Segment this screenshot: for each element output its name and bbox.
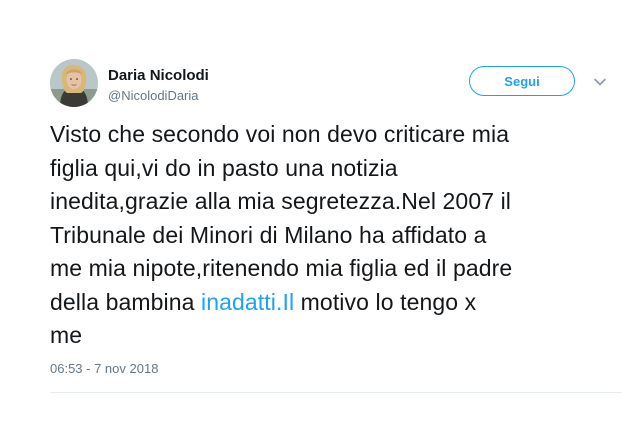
- tweet-text-line: Visto che secondo voi non devo criticare…: [50, 121, 510, 147]
- follow-button[interactable]: Segui: [469, 66, 575, 96]
- author-display-name[interactable]: Daria Nicolodi: [108, 67, 209, 84]
- tweet-text-line: della bambina inadatti.Il motivo lo teng…: [50, 286, 622, 320]
- tweet-text: Visto che secondo voi non devo criticare…: [50, 118, 622, 353]
- tweet-text-segment: motivo lo tengo x: [294, 288, 477, 315]
- author-handle[interactable]: @NicolodiDaria: [108, 88, 199, 103]
- tweet-text-line: inedita,grazie alla mia segretezza.Nel 2…: [50, 188, 512, 214]
- tweet-inline-link[interactable]: inadatti.Il: [201, 289, 294, 315]
- tweet-text-line: me mia nipote,ritenendo mia figlia ed il…: [50, 255, 513, 281]
- tweet-text-line: me: [50, 322, 83, 348]
- profile-photo-icon: [50, 59, 98, 107]
- divider: [50, 392, 622, 393]
- tweet-text-line: figlia qui,vi do in pasto una notizia: [50, 154, 398, 181]
- tweet-timestamp[interactable]: 06:53 - 7 nov 2018: [50, 361, 158, 376]
- tweet-text-line: Tribunale dei Minori di Milano ha affida…: [50, 221, 487, 248]
- chevron-down-icon[interactable]: [593, 77, 607, 87]
- avatar[interactable]: [50, 59, 98, 107]
- tweet-card: Daria Nicolodi @NicolodiDaria Segui Vist…: [0, 0, 638, 425]
- tweet-text-segment: della bambina: [50, 288, 202, 315]
